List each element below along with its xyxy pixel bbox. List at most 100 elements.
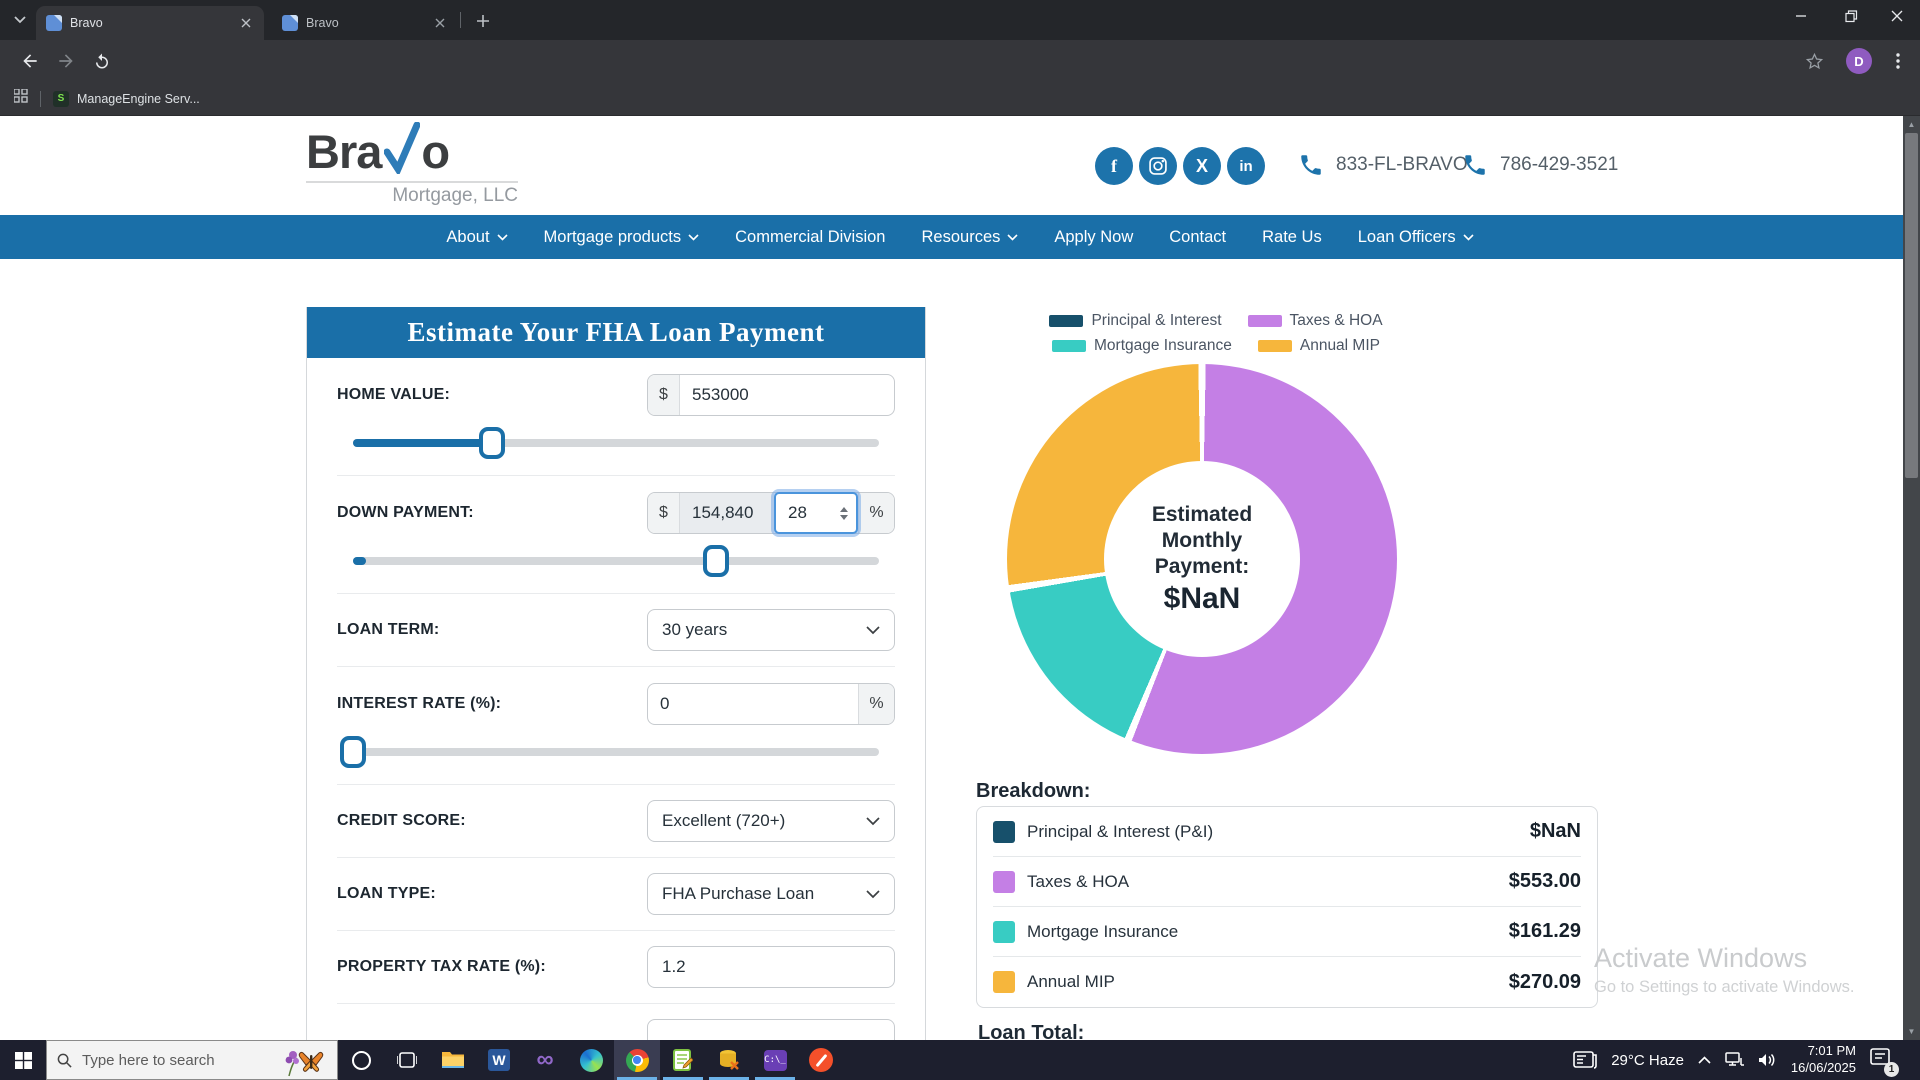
browser-tab-1[interactable]: Bravo <box>36 6 264 40</box>
logo-checkmark-icon <box>384 122 420 185</box>
nav-contact[interactable]: Contact <box>1169 228 1226 247</box>
tab-list-chevron-icon[interactable] <box>8 8 32 32</box>
currency-prefix: $ <box>648 493 680 533</box>
new-tab-button[interactable] <box>470 8 496 34</box>
x-twitter-icon[interactable]: X <box>1183 147 1221 185</box>
loan-term-select[interactable]: 30 years <box>647 609 895 651</box>
interest-rate-slider[interactable] <box>353 735 879 769</box>
profile-avatar[interactable]: D <box>1846 48 1872 74</box>
breakdown-row-pi: Principal & Interest (P&I) $NaN <box>993 807 1581 857</box>
linkedin-icon[interactable]: in <box>1227 147 1265 185</box>
nav-about[interactable]: About <box>446 228 507 247</box>
window-restore-button[interactable] <box>1828 0 1874 32</box>
tab-favicon <box>46 15 62 31</box>
loan-type-select[interactable]: FHA Purchase Loan <box>647 873 895 915</box>
legend-taxes-hoa[interactable]: Taxes & HOA <box>1248 312 1383 330</box>
reload-button[interactable] <box>86 45 118 77</box>
property-tax-input[interactable]: 1.2 <box>647 946 895 988</box>
phone-2-link[interactable]: 786-429-3521 <box>1462 152 1618 178</box>
down-payment-percent-input[interactable]: 28 <box>774 492 858 534</box>
slider-thumb[interactable] <box>340 736 366 768</box>
weather-status[interactable]: 29°C Haze <box>1611 1052 1684 1069</box>
taskbar-clock[interactable]: 7:01 PM 16/06/2025 <box>1791 1043 1856 1077</box>
notepad-plus-icon[interactable] <box>660 1040 706 1080</box>
slider-thumb[interactable] <box>703 545 729 577</box>
chrome-icon[interactable] <box>614 1040 660 1080</box>
loan-total-partial: Loan Total: <box>978 1022 1084 1040</box>
window-close-button[interactable] <box>1874 0 1920 32</box>
back-button[interactable] <box>14 45 46 77</box>
forward-button[interactable] <box>50 45 82 77</box>
tab-close-icon[interactable] <box>432 15 448 31</box>
home-value-input-group: $ 553000 <box>647 374 895 416</box>
visual-studio-icon[interactable]: ∞ <box>522 1040 568 1080</box>
phone-1-link[interactable]: 833-FL-BRAVO <box>1298 152 1468 178</box>
system-tray: 29°C Haze 7:01 PM 16/06/2025 1 <box>1573 1040 1920 1080</box>
nav-mortgage-products[interactable]: Mortgage products <box>544 228 700 247</box>
edge-icon[interactable] <box>568 1040 614 1080</box>
credit-score-label: CREDIT SCORE: <box>337 812 466 830</box>
home-value-slider[interactable] <box>353 426 879 460</box>
spin-down-icon[interactable] <box>840 515 848 520</box>
bookmark-item[interactable]: ManageEngine Serv... <box>77 92 200 106</box>
instagram-icon[interactable] <box>1139 147 1177 185</box>
network-icon[interactable] <box>1725 1052 1744 1068</box>
rufus-icon[interactable] <box>798 1040 844 1080</box>
bookmark-star-icon[interactable] <box>1798 45 1830 77</box>
browser-tab-2[interactable]: Bravo <box>272 6 458 40</box>
page-scrollbar[interactable]: ▲ ▼ <box>1903 116 1920 1040</box>
down-payment-slider[interactable] <box>353 544 879 578</box>
legend-principal-interest[interactable]: Principal & Interest <box>1049 312 1221 330</box>
start-button[interactable] <box>0 1040 46 1080</box>
browser-menu-kebab-icon[interactable] <box>1882 45 1914 77</box>
breakdown-row-mi: Mortgage Insurance $161.29 <box>993 907 1581 957</box>
nav-resources[interactable]: Resources <box>922 228 1019 247</box>
windows-taskbar: Type here to search W ∞ <box>0 1040 1920 1080</box>
fha-calculator-card: Estimate Your FHA Loan Payment HOME VALU… <box>306 307 926 1040</box>
nav-commercial-division[interactable]: Commercial Division <box>735 228 885 247</box>
credit-score-select[interactable]: Excellent (720+) <box>647 800 895 842</box>
main-nav: About Mortgage products Commercial Divis… <box>0 215 1920 259</box>
chart-center: Estimated Monthly Payment: $NaN <box>1104 461 1300 657</box>
tray-chevron-up-icon[interactable] <box>1698 1056 1711 1064</box>
legend-mortgage-insurance[interactable]: Mortgage Insurance <box>1052 337 1232 355</box>
notification-center-icon[interactable]: 1 <box>1870 1048 1892 1073</box>
manageengine-favicon: S <box>53 91 69 107</box>
cortana-icon[interactable] <box>338 1040 384 1080</box>
file-explorer-icon[interactable] <box>430 1040 476 1080</box>
spin-up-icon[interactable] <box>840 507 848 512</box>
phone-icon <box>1462 152 1488 178</box>
window-minimize-button[interactable] <box>1778 0 1824 32</box>
scrollbar-thumb[interactable] <box>1905 133 1918 478</box>
interest-rate-input[interactable]: 0 <box>648 684 858 724</box>
chart-legend-row-2: Mortgage Insurance Annual MIP <box>1016 337 1416 355</box>
facebook-icon[interactable]: f <box>1095 147 1133 185</box>
scroll-up-arrow[interactable]: ▲ <box>1903 116 1920 133</box>
bravo-logo[interactable]: Bra o Mortgage, LLC <box>306 122 518 207</box>
taskbar-search-box[interactable]: Type here to search <box>46 1040 338 1080</box>
tab-favicon <box>282 15 298 31</box>
news-weather-icon[interactable] <box>1573 1051 1597 1070</box>
apps-grid-icon[interactable] <box>14 89 28 108</box>
home-value-input[interactable]: 553000 <box>680 375 894 415</box>
scroll-down-arrow[interactable]: ▼ <box>1903 1023 1920 1040</box>
tab-close-icon[interactable] <box>238 15 254 31</box>
web-page: Bra o Mortgage, LLC f X in 833-FL-BRAVO <box>0 116 1920 1040</box>
nav-rate-us[interactable]: Rate Us <box>1262 228 1322 247</box>
terminal-icon[interactable]: C:\_ <box>752 1040 798 1080</box>
interest-rate-group: INTEREST RATE (%): 0 % <box>337 667 895 785</box>
down-payment-amount: 154,840 <box>680 493 774 533</box>
word-icon[interactable]: W <box>476 1040 522 1080</box>
task-view-icon[interactable] <box>384 1040 430 1080</box>
spinner-buttons[interactable] <box>840 507 856 520</box>
database-tool-icon[interactable] <box>706 1040 752 1080</box>
slider-thumb[interactable] <box>479 427 505 459</box>
nav-loan-officers[interactable]: Loan Officers <box>1358 228 1474 247</box>
nav-apply-now[interactable]: Apply Now <box>1054 228 1133 247</box>
search-icon <box>57 1053 72 1068</box>
speaker-icon[interactable] <box>1758 1052 1777 1068</box>
legend-annual-mip[interactable]: Annual MIP <box>1258 337 1380 355</box>
search-placeholder: Type here to search <box>82 1052 281 1069</box>
row-swatch <box>993 921 1015 943</box>
activate-windows-subtext: Go to Settings to activate Windows. <box>1594 978 1854 997</box>
